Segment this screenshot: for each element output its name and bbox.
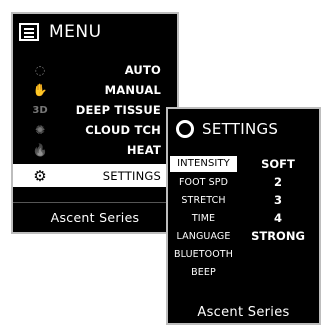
settings-row-stretch: STRETCH 3: [170, 191, 319, 209]
settings-panel: SETTINGS INTENSITY SOFT FOOT SPD 2 STRET…: [166, 107, 321, 325]
settings-row-language: LANGUAGE STRONG: [170, 227, 319, 245]
settings-row-intensity: INTENSITY SOFT: [170, 155, 319, 173]
menu-item-label: HEAT: [126, 143, 161, 157]
menu-item-label: MANUAL: [104, 83, 161, 97]
settings-title: SETTINGS: [202, 120, 279, 138]
heat-icon: 🔥: [32, 143, 48, 157]
menu-item-deep-tissue[interactable]: 3D DEEP TISSUE: [13, 100, 177, 120]
menu-item-cloud-touch[interactable]: ✺ CLOUD TCH: [13, 120, 177, 140]
menu-item-label: AUTO: [124, 63, 161, 77]
settings-row-beep: BEEP: [170, 263, 319, 281]
option-language[interactable]: LANGUAGE: [170, 231, 237, 242]
option-foot-spd[interactable]: FOOT SPD: [170, 177, 237, 188]
option-bluetooth[interactable]: BLUETOOTH: [170, 249, 237, 260]
gear-icon: [176, 120, 194, 138]
value-strong[interactable]: STRONG: [237, 229, 319, 243]
menu-item-label: DEEP TISSUE: [75, 103, 161, 117]
cloud-touch-icon: ✺: [34, 123, 46, 137]
menu-icon: [19, 23, 39, 41]
menu-header: MENU: [13, 14, 177, 50]
settings-table: INTENSITY SOFT FOOT SPD 2 STRETCH 3 TIME…: [170, 155, 319, 281]
settings-footer-brand: Ascent Series: [197, 305, 290, 320]
settings-header: SETTINGS: [168, 109, 319, 149]
deep-tissue-icon: 3D: [32, 104, 48, 116]
option-intensity[interactable]: INTENSITY: [170, 156, 237, 172]
option-beep[interactable]: BEEP: [170, 267, 237, 278]
option-stretch[interactable]: STRETCH: [170, 195, 237, 206]
menu-panel: MENU ◌ AUTO ✋ MANUAL 3D DEEP TISSUE ✺ CL…: [11, 12, 179, 234]
settings-row-foot-spd: FOOT SPD 2: [170, 173, 319, 191]
value-soft[interactable]: SOFT: [237, 157, 319, 171]
menu-title: MENU: [49, 22, 102, 42]
manual-icon: ✋: [32, 83, 48, 97]
menu-item-label: SETTINGS: [102, 168, 161, 183]
menu-item-heat[interactable]: 🔥 HEAT: [13, 140, 177, 160]
menu-item-settings[interactable]: ⚙ SETTINGS: [13, 164, 177, 187]
settings-row-bluetooth: BLUETOOTH: [170, 245, 319, 263]
menu-list: ◌ AUTO ✋ MANUAL 3D DEEP TISSUE ✺ CLOUD T…: [13, 60, 177, 187]
divider: [13, 202, 177, 203]
settings-row-time: TIME 4: [170, 209, 319, 227]
value-3[interactable]: 3: [237, 193, 319, 207]
auto-icon: ◌: [34, 63, 46, 77]
value-4[interactable]: 4: [237, 211, 319, 225]
menu-item-auto[interactable]: ◌ AUTO: [13, 60, 177, 80]
menu-footer-brand: Ascent Series: [50, 210, 140, 225]
option-time[interactable]: TIME: [170, 213, 237, 224]
menu-item-manual[interactable]: ✋ MANUAL: [13, 80, 177, 100]
menu-item-label: CLOUD TCH: [85, 123, 161, 137]
gear-icon: ⚙: [33, 166, 47, 185]
value-2[interactable]: 2: [237, 175, 319, 189]
